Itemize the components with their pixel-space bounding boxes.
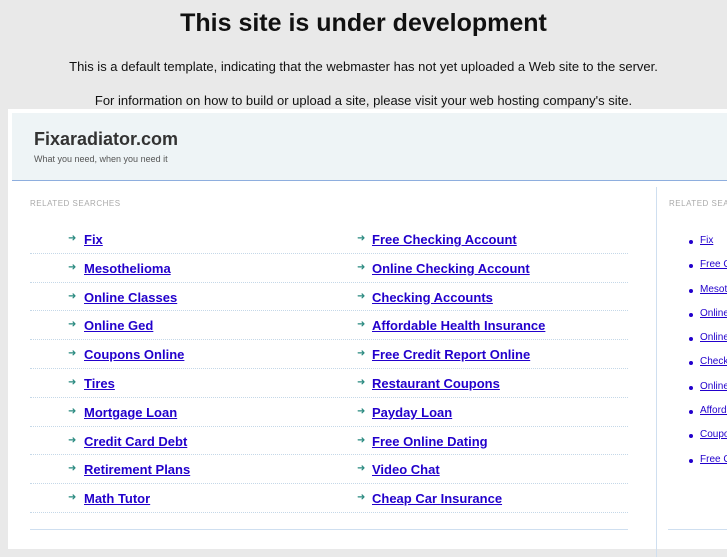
sidebar-link[interactable]: Checking Accounts xyxy=(668,356,727,380)
arrow-icon: ➜ xyxy=(357,434,366,446)
search-link[interactable]: Affordable Health Insurance xyxy=(372,318,545,333)
search-link[interactable]: Restaurant Coupons xyxy=(372,376,500,391)
search-link[interactable]: Coupons Online xyxy=(84,347,184,362)
search-link[interactable]: Free Checking Account xyxy=(372,232,517,247)
sidebar-link[interactable]: Mesothelioma xyxy=(668,284,727,308)
search-link[interactable]: Math Tutor xyxy=(84,491,150,506)
search-link[interactable]: Online Classes xyxy=(84,290,177,305)
search-link[interactable]: Payday Loan xyxy=(372,405,452,420)
arrow-icon: ➜ xyxy=(68,348,77,360)
table-row: ➜ Tires ➜ Restaurant Coupons xyxy=(30,369,628,398)
sidebar-link[interactable]: Online Ged xyxy=(668,381,727,405)
search-link[interactable]: Mortgage Loan xyxy=(84,405,177,420)
site-header: Fixaradiator.com What you need, when you… xyxy=(12,113,727,181)
parked-page: Fixaradiator.com What you need, when you… xyxy=(8,109,727,557)
search-link[interactable]: Cheap Car Insurance xyxy=(372,491,502,506)
table-row: ➜ Coupons Online ➜ Free Credit Report Onlin… xyxy=(30,340,628,369)
search-link[interactable]: Credit Card Debt xyxy=(84,434,187,449)
notice-text: This is a default template, indicating t… xyxy=(69,59,658,74)
arrow-icon: ➜ xyxy=(357,348,366,360)
arrow-icon: ➜ xyxy=(357,290,366,302)
table-row: ➜ Online Ged ➜ Affordable Health Insurance xyxy=(30,311,628,341)
search-link[interactable]: Free Credit Report Online xyxy=(372,347,530,362)
sidebar-link[interactable]: Affordable Health Insurance xyxy=(668,405,727,429)
sidebar-heading: RELATED SEARCHES xyxy=(669,199,727,208)
search-link[interactable]: Retirement Plans xyxy=(84,462,190,477)
search-link[interactable]: Online Checking Account xyxy=(372,261,530,276)
table-row: ➜ Mesothelioma ➜ Online Checking Account xyxy=(30,254,628,283)
related-searches-list: ➜ Fix ➜ Free Checking Account ➜ Mesothelioma ➜… xyxy=(30,225,628,513)
table-row: ➜ Credit Card Debt ➜ Free Online Dating xyxy=(30,427,628,456)
arrow-icon: ➜ xyxy=(68,261,77,273)
page-title: This site is under development xyxy=(180,9,547,37)
search-link[interactable]: Video Chat xyxy=(372,462,440,477)
search-link[interactable]: Free Online Dating xyxy=(372,434,488,449)
sidebar-link[interactable]: Fix xyxy=(668,235,727,259)
arrow-icon: ➜ xyxy=(357,376,366,388)
sidebar-link[interactable]: Free Checking Account xyxy=(668,259,727,283)
sidebar-link[interactable]: Online Classes xyxy=(668,308,727,332)
sidebar-link[interactable]: Free Credit Report Online xyxy=(668,454,727,478)
site-name[interactable]: Fixaradiator.com xyxy=(34,129,178,150)
search-link[interactable]: Fix xyxy=(84,232,103,247)
column-divider xyxy=(656,187,657,557)
arrow-icon: ➜ xyxy=(357,405,366,417)
table-row: ➜ Fix ➜ Free Checking Account xyxy=(30,225,628,254)
divider xyxy=(668,529,727,530)
info-text: For information on how to build or uploa… xyxy=(94,93,633,108)
table-row: ➜ Retirement Plans ➜ Video Chat xyxy=(30,455,628,485)
arrow-icon: ➜ xyxy=(68,290,77,302)
related-searches-heading: RELATED SEARCHES xyxy=(30,199,121,208)
arrow-icon: ➜ xyxy=(68,463,77,475)
table-row: ➜ Online Classes ➜ Checking Accounts xyxy=(30,283,628,312)
search-link[interactable]: Checking Accounts xyxy=(372,290,493,305)
sidebar-link[interactable]: Online Checking Account xyxy=(668,332,727,356)
arrow-icon: ➜ xyxy=(357,319,366,331)
site-tagline: What you need, when you need it xyxy=(34,154,168,164)
arrow-icon: ➜ xyxy=(68,376,77,388)
divider xyxy=(30,529,628,530)
arrow-icon: ➜ xyxy=(357,233,366,244)
arrow-icon: ➜ xyxy=(68,319,77,331)
search-link[interactable]: Online Ged xyxy=(84,318,153,333)
arrow-icon: ➜ xyxy=(68,405,77,417)
search-link[interactable]: Tires xyxy=(84,376,115,391)
table-row: ➜ Math Tutor ➜ Cheap Car Insurance xyxy=(30,484,628,513)
search-link[interactable]: Mesothelioma xyxy=(84,261,171,276)
arrow-icon: ➜ xyxy=(357,463,366,475)
sidebar-link[interactable]: Coupons Online xyxy=(668,429,727,453)
arrow-icon: ➜ xyxy=(68,233,77,244)
sidebar-list: FixFree Checking AccountMesotheliomaOnli… xyxy=(668,235,727,478)
arrow-icon: ➜ xyxy=(357,261,366,273)
arrow-icon: ➜ xyxy=(68,492,77,504)
arrow-icon: ➜ xyxy=(357,492,366,504)
arrow-icon: ➜ xyxy=(68,434,77,446)
table-row: ➜ Mortgage Loan ➜ Payday Loan xyxy=(30,398,628,427)
